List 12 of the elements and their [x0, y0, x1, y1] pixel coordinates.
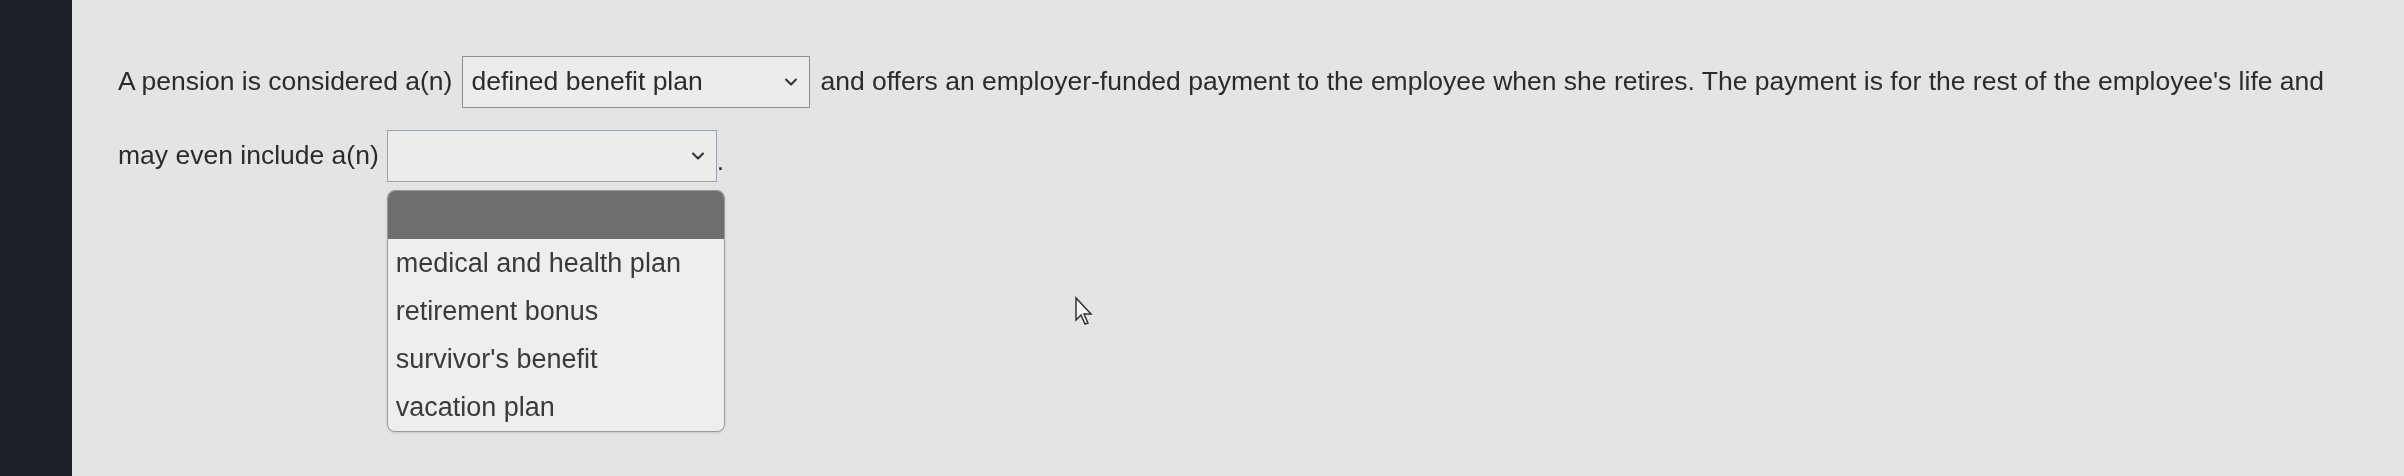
- dropdown-option[interactable]: medical and health plan: [387, 239, 724, 287]
- dropdown-select[interactable]: defined benefit plan: [462, 56, 811, 108]
- dropdown-select[interactable]: [386, 130, 717, 182]
- dropdown-option[interactable]: retirement bonus: [387, 287, 724, 335]
- period-text: .: [716, 145, 725, 179]
- mouse-pointer-icon: [1074, 296, 1094, 326]
- question-text: and offers an employer-funded payment to the employee when she retires. The payment is for the rest of the employee's life and: [820, 65, 2325, 99]
- question-text: A pension is considered a(n): [118, 65, 453, 99]
- dropdown-option[interactable]: survivor's benefit: [387, 335, 724, 383]
- question-text: may even include a(n): [118, 139, 379, 173]
- selected-value: defined benefit plan: [471, 65, 703, 99]
- dropdown-option[interactable]: vacation plan: [387, 383, 724, 431]
